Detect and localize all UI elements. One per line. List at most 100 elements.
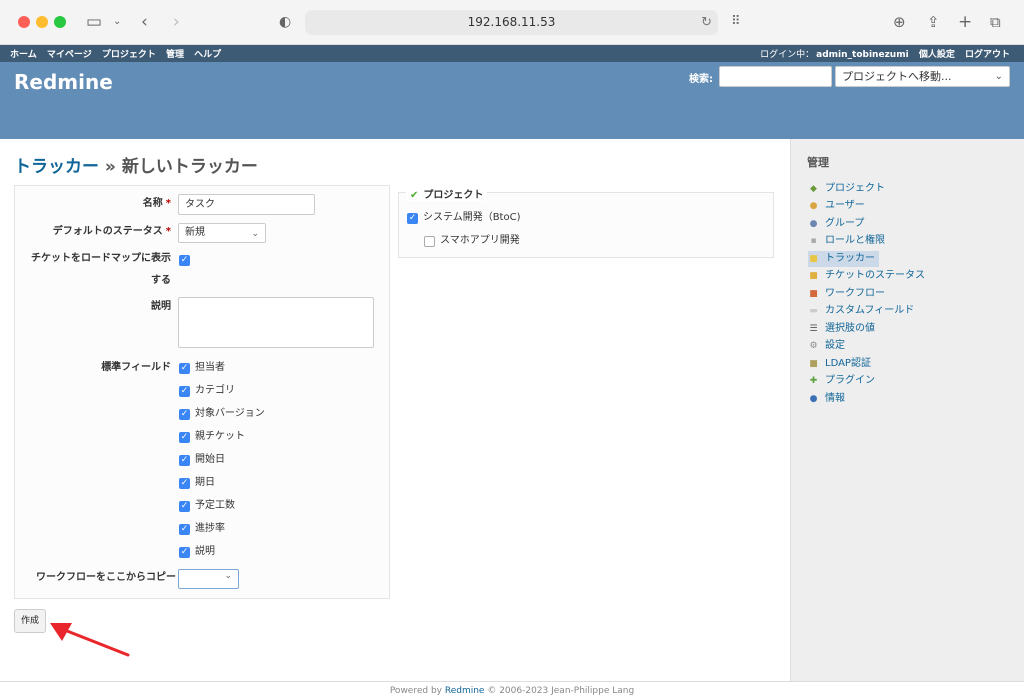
top-menu: ホーム マイページ プロジェクト 管理 ヘルプ ログイン中： admin_tobi… <box>0 45 1024 62</box>
sidebar-icon[interactable]: ▭ <box>86 11 102 33</box>
sidebar-item-projects[interactable]: ◆ プロジェクト <box>808 181 885 197</box>
name-input[interactable]: タスク <box>178 194 315 215</box>
tabs-icon[interactable]: ⧉ <box>990 11 1001 33</box>
url-text: 192.168.11.53 <box>467 15 556 29</box>
footer-redmine-link[interactable]: Redmine <box>445 686 485 696</box>
grid-icon[interactable]: ⠿ <box>731 11 741 33</box>
project-label-btoc: システム開発（BtoC) <box>423 212 521 223</box>
field-checkbox-estimated-time[interactable]: ✓ <box>179 501 190 512</box>
close-window-button[interactable] <box>18 16 30 28</box>
sidebar-item-issue-statuses[interactable]: ■ チケットのステータス <box>808 268 925 284</box>
sidebar-item-trackers[interactable]: ■ トラッカー <box>808 251 879 267</box>
sidebar-item-groups[interactable]: ● グループ <box>808 216 865 232</box>
search-label: 検索: <box>689 74 713 85</box>
description-textarea[interactable] <box>178 297 374 348</box>
description-label: 説明 <box>151 301 171 312</box>
info-icon: ● <box>809 394 818 404</box>
plugin-icon: ✚ <box>809 376 818 386</box>
default-status-select[interactable]: 新規 ⌄ <box>178 223 266 243</box>
sidebar-item-ldap[interactable]: ■ LDAP認証 <box>808 356 871 372</box>
app-title[interactable]: Redmine <box>14 70 113 94</box>
sidebar-item-users[interactable]: ● ユーザー <box>808 198 865 214</box>
red-arrow-annotation <box>50 623 130 657</box>
field-checkbox-category[interactable]: ✓ <box>179 386 190 397</box>
create-button[interactable]: 作成 <box>14 609 46 633</box>
field-checkbox-target-version[interactable]: ✓ <box>179 409 190 420</box>
copy-workflow-select[interactable]: ⌄ <box>178 569 239 589</box>
menu-projects[interactable]: プロジェクト <box>102 50 156 60</box>
field-checkbox-parent-issue[interactable]: ✓ <box>179 432 190 443</box>
roadmap-checkbox[interactable]: ✓ <box>179 255 190 266</box>
status-icon: ■ <box>809 271 818 281</box>
sidebar-item-workflows[interactable]: ■ ワークフロー <box>808 286 885 302</box>
key-icon: ▪ <box>810 236 817 246</box>
copy-workflow-label: ワークフローをここからコピー <box>36 572 176 583</box>
projects-fieldset: ✓ システム開発（BtoC) スマホアプリ開発 <box>398 192 774 258</box>
default-status-label: デフォルトのステータス * <box>52 226 171 237</box>
sidebar-item-info[interactable]: ● 情報 <box>808 391 845 407</box>
sidebar-item-roles[interactable]: ▪ ロールと権限 <box>808 233 885 249</box>
breadcrumb-separator: » <box>99 157 122 177</box>
logged-in-label: ログイン中： <box>760 50 815 60</box>
zoom-window-button[interactable] <box>54 16 66 28</box>
standard-fields-label: 標準フィールド <box>101 362 171 373</box>
field-checkbox-assignee[interactable]: ✓ <box>179 363 190 374</box>
footer: Powered by Redmine © 2006-2023 Jean-Phil… <box>0 681 1024 700</box>
sidebar-item-enumerations[interactable]: ☰ 選択肢の値 <box>808 321 875 337</box>
sidebar-item-plugins[interactable]: ✚ プラグイン <box>808 373 875 389</box>
menu-my-page[interactable]: マイページ <box>47 50 92 60</box>
field-label-parent-issue: 親チケット <box>195 431 245 442</box>
search-input[interactable] <box>719 66 832 87</box>
chevron-down-icon: ⌄ <box>224 571 232 581</box>
group-icon: ● <box>809 219 818 229</box>
field-checkbox-due-date[interactable]: ✓ <box>179 478 190 489</box>
field-label-assignee: 担当者 <box>195 362 225 373</box>
tracker-form: 名称 * タスク デフォルトのステータス * 新規 ⌄ チケットをロードマップに表示 … <box>14 185 390 599</box>
settings-icon: ⚙ <box>809 341 818 351</box>
page-heading: 新しいトラッカー <box>121 157 258 177</box>
chevron-down-icon[interactable]: ⌄ <box>113 11 121 33</box>
minimize-window-button[interactable] <box>36 16 48 28</box>
name-value: タスク <box>185 199 215 210</box>
menu-help[interactable]: ヘルプ <box>194 50 221 60</box>
footer-copyright: © 2006-2023 Jean-Philippe Lang <box>484 686 635 696</box>
breadcrumb-trackers-link[interactable]: トラッカー <box>14 157 99 177</box>
workflow-icon: ■ <box>809 289 818 299</box>
forward-icon[interactable]: › <box>173 11 180 33</box>
header: Redmine 検索: プロジェクトへ移動... ⌄ <box>0 62 1024 139</box>
my-account-link[interactable]: 個人設定 <box>919 50 955 60</box>
reload-icon[interactable]: ↻ <box>701 10 712 35</box>
field-label-category: カテゴリ <box>195 385 235 396</box>
project-checkbox-smartphone[interactable] <box>424 236 435 247</box>
project-jump-select[interactable]: プロジェクトへ移動... ⌄ <box>835 66 1010 87</box>
shield-icon[interactable]: ◐ <box>279 11 291 33</box>
field-label-done-ratio: 進捗率 <box>195 523 225 534</box>
tracker-icon: ■ <box>809 254 818 264</box>
checkmark-icon: ✔ <box>410 190 419 201</box>
roadmap-label-line1: チケットをロードマップに表示 <box>31 253 171 264</box>
menu-admin[interactable]: 管理 <box>166 50 184 60</box>
field-checkbox-done-ratio[interactable]: ✓ <box>179 524 190 535</box>
project-checkbox-btoc[interactable]: ✓ <box>407 213 418 224</box>
field-checkbox-start-date[interactable]: ✓ <box>179 455 190 466</box>
field-checkbox-description[interactable]: ✓ <box>179 547 190 558</box>
name-label: 名称 * <box>142 198 171 209</box>
plus-icon[interactable]: + <box>958 11 972 33</box>
back-icon[interactable]: ‹ <box>141 11 148 33</box>
custom-field-icon: ▬ <box>809 306 818 316</box>
footer-prefix: Powered by <box>389 686 445 696</box>
menu-home[interactable]: ホーム <box>10 50 37 60</box>
chevron-down-icon: ⌄ <box>994 71 1003 82</box>
logout-link[interactable]: ログアウト <box>965 50 1010 60</box>
share-icon[interactable]: ⇪ <box>927 11 940 33</box>
list-icon: ☰ <box>809 324 818 334</box>
sidebar-title: 管理 <box>807 156 829 169</box>
main-content: トラッカー » 新しいトラッカー 名称 * タスク デフォルトのステータス * 新規… <box>0 139 790 681</box>
field-label-description: 説明 <box>195 546 215 557</box>
projects-legend[interactable]: ✔ プロジェクト <box>406 186 488 201</box>
logged-in-user[interactable]: admin_tobinezumi <box>816 50 909 60</box>
sidebar-item-settings[interactable]: ⚙ 設定 <box>808 338 845 354</box>
sidebar-item-custom-fields[interactable]: ▬ カスタムフィールド <box>808 303 914 319</box>
download-icon[interactable]: ⊕ <box>893 11 906 33</box>
address-bar[interactable]: 192.168.11.53 ↻ <box>305 10 718 35</box>
